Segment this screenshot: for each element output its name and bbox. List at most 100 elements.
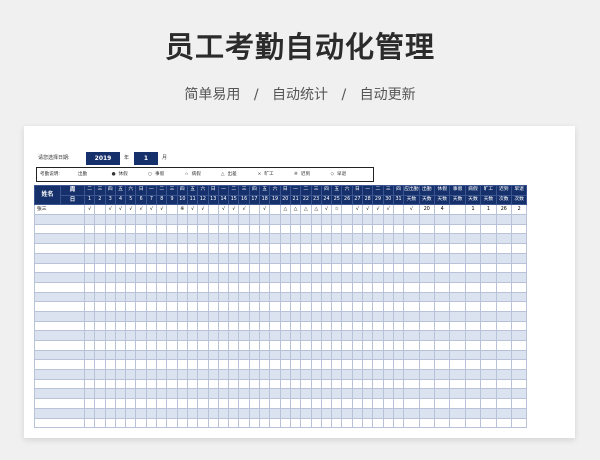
- attendance-cell[interactable]: [300, 243, 312, 254]
- attendance-cell[interactable]: [341, 340, 353, 351]
- attendance-cell[interactable]: [114, 359, 127, 371]
- attendance-cell[interactable]: [176, 349, 188, 361]
- attendance-cell[interactable]: [310, 243, 322, 254]
- employee-name-cell[interactable]: [34, 407, 85, 419]
- attendance-cell[interactable]: [269, 310, 281, 322]
- attendance-cell[interactable]: [186, 223, 199, 235]
- attendance-cell[interactable]: [166, 301, 178, 312]
- attendance-cell[interactable]: [217, 223, 230, 235]
- attendance-cell[interactable]: [145, 378, 158, 390]
- attendance-cell[interactable]: [331, 340, 343, 351]
- attendance-cell[interactable]: [331, 398, 343, 409]
- attendance-cell[interactable]: [248, 359, 261, 371]
- attendance-cell[interactable]: [166, 291, 178, 303]
- attendance-cell[interactable]: √: [135, 204, 147, 216]
- attendance-cell[interactable]: [320, 301, 333, 312]
- attendance-cell[interactable]: [259, 359, 271, 371]
- attendance-cell[interactable]: [186, 301, 199, 312]
- attendance-cell[interactable]: [166, 398, 178, 409]
- attendance-cell[interactable]: [269, 407, 281, 419]
- attendance-cell[interactable]: [217, 301, 230, 312]
- attendance-cell[interactable]: [104, 252, 116, 264]
- attendance-cell[interactable]: [176, 388, 188, 400]
- attendance-cell[interactable]: [104, 398, 116, 409]
- attendance-cell[interactable]: [135, 262, 147, 274]
- attendance-cell[interactable]: [114, 369, 127, 380]
- attendance-cell[interactable]: [341, 281, 353, 293]
- attendance-cell[interactable]: √: [217, 204, 230, 216]
- attendance-cell[interactable]: [372, 291, 384, 303]
- attendance-cell[interactable]: [238, 359, 250, 371]
- attendance-cell[interactable]: [289, 349, 302, 361]
- attendance-cell[interactable]: [135, 310, 147, 322]
- attendance-cell[interactable]: [320, 223, 333, 235]
- attendance-cell[interactable]: [166, 243, 178, 254]
- attendance-cell[interactable]: [279, 330, 291, 341]
- attendance-cell[interactable]: [94, 233, 106, 245]
- attendance-cell[interactable]: [289, 398, 302, 409]
- attendance-cell[interactable]: [259, 340, 271, 351]
- attendance-cell[interactable]: [114, 301, 127, 312]
- attendance-cell[interactable]: [135, 272, 147, 283]
- attendance-cell[interactable]: [372, 272, 384, 283]
- attendance-cell[interactable]: [320, 407, 333, 419]
- attendance-cell[interactable]: [145, 223, 158, 235]
- attendance-cell[interactable]: [248, 301, 261, 312]
- attendance-cell[interactable]: [392, 243, 405, 254]
- attendance-cell[interactable]: [331, 330, 343, 341]
- attendance-cell[interactable]: [83, 243, 96, 254]
- attendance-cell[interactable]: [125, 369, 137, 380]
- attendance-cell[interactable]: [207, 262, 219, 274]
- attendance-cell[interactable]: [372, 407, 384, 419]
- attendance-cell[interactable]: [104, 281, 116, 293]
- attendance-cell[interactable]: [83, 291, 96, 303]
- attendance-cell[interactable]: [83, 262, 96, 274]
- attendance-cell[interactable]: [341, 243, 353, 254]
- attendance-cell[interactable]: [238, 407, 250, 419]
- attendance-cell[interactable]: [207, 398, 219, 409]
- attendance-cell[interactable]: [228, 272, 240, 283]
- attendance-cell[interactable]: [166, 262, 178, 274]
- attendance-cell[interactable]: [197, 243, 209, 254]
- attendance-cell[interactable]: [145, 310, 158, 322]
- attendance-cell[interactable]: [114, 398, 127, 409]
- attendance-cell[interactable]: [104, 320, 116, 332]
- attendance-cell[interactable]: [125, 330, 137, 341]
- attendance-cell[interactable]: [238, 281, 250, 293]
- attendance-cell[interactable]: [83, 407, 96, 419]
- attendance-cell[interactable]: [392, 214, 405, 225]
- attendance-cell[interactable]: [382, 301, 394, 312]
- attendance-cell[interactable]: [392, 340, 405, 351]
- attendance-cell[interactable]: [269, 252, 281, 264]
- attendance-cell[interactable]: [259, 310, 271, 322]
- attendance-cell[interactable]: [269, 281, 281, 293]
- attendance-cell[interactable]: [197, 359, 209, 371]
- attendance-cell[interactable]: [156, 243, 168, 254]
- attendance-cell[interactable]: [300, 340, 312, 351]
- attendance-cell[interactable]: [104, 301, 116, 312]
- attendance-cell[interactable]: [351, 272, 364, 283]
- attendance-cell[interactable]: [382, 388, 394, 400]
- attendance-cell[interactable]: [310, 301, 322, 312]
- attendance-cell[interactable]: [238, 291, 250, 303]
- employee-name-cell[interactable]: [34, 378, 85, 390]
- attendance-cell[interactable]: [83, 233, 96, 245]
- attendance-cell[interactable]: [125, 417, 137, 429]
- attendance-cell[interactable]: [289, 214, 302, 225]
- attendance-cell[interactable]: [248, 223, 261, 235]
- attendance-cell[interactable]: [197, 262, 209, 274]
- employee-name-cell[interactable]: [34, 320, 85, 332]
- attendance-cell[interactable]: △: [300, 204, 312, 216]
- attendance-cell[interactable]: [83, 369, 96, 380]
- attendance-cell[interactable]: [94, 320, 106, 332]
- attendance-cell[interactable]: [310, 310, 322, 322]
- attendance-cell[interactable]: [351, 223, 364, 235]
- employee-name-cell[interactable]: [34, 388, 85, 400]
- attendance-cell[interactable]: [269, 359, 281, 371]
- attendance-cell[interactable]: [320, 378, 333, 390]
- attendance-cell[interactable]: [176, 310, 188, 322]
- attendance-cell[interactable]: [156, 388, 168, 400]
- attendance-cell[interactable]: [83, 349, 96, 361]
- attendance-cell[interactable]: [372, 301, 384, 312]
- attendance-cell[interactable]: [217, 369, 230, 380]
